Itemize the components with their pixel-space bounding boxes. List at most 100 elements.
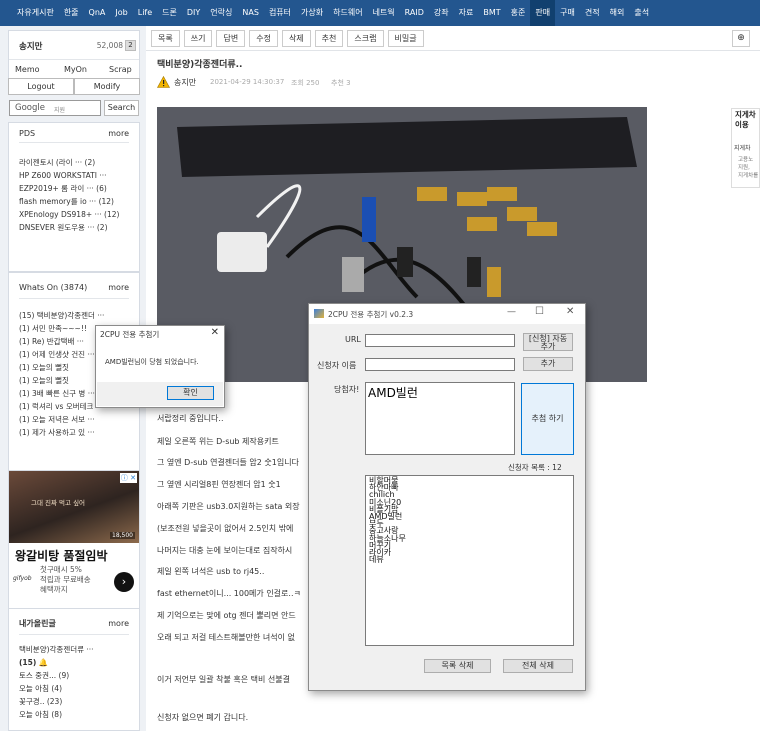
google-sub-label: 지원 — [54, 107, 66, 114]
nav-item[interactable]: 가상화 — [296, 0, 328, 26]
applicant-item[interactable]: 데뷰 — [369, 556, 406, 564]
toolbar-button[interactable]: 비밀글 — [387, 30, 424, 47]
pds-more-link[interactable]: more — [108, 125, 129, 143]
nav-item[interactable]: 드론 — [157, 0, 182, 26]
winner-label: 당첨자! — [334, 385, 360, 394]
toolbar-button[interactable]: 수정 — [249, 30, 278, 47]
ad-arrow-icon[interactable]: › — [114, 572, 134, 592]
list-item[interactable]: 택비분양)각종젠더류 ··· — [19, 643, 131, 656]
logout-button[interactable]: Logout — [8, 78, 74, 95]
applicant-list[interactable]: 비할머물 하얀마빠 chilich 미소닌20 비폴기밥 AMD빌런 부두 중고사랑 하늘소나무… — [365, 475, 574, 646]
nav-item[interactable]: Life — [133, 0, 157, 26]
nav-item[interactable]: DIY — [182, 0, 205, 26]
list-item[interactable]: 토스 중권... (9) — [19, 669, 131, 682]
delete-list-button[interactable]: 목록 삭제 — [424, 659, 491, 673]
add-button[interactable]: 추가 — [523, 357, 573, 371]
search-button[interactable]: Search — [104, 100, 139, 116]
list-item[interactable]: DNSEVER 원도우용 ··· (2) — [19, 221, 131, 234]
nav-item[interactable]: NAS — [237, 0, 264, 26]
close-icon[interactable]: ✕ — [566, 306, 574, 317]
scrap-link[interactable]: Scrap — [109, 65, 132, 74]
list-item[interactable]: (15) 택비분양)각종젠더 ··· — [19, 309, 131, 322]
nav-item[interactable]: 홍준 — [506, 0, 531, 26]
body-line: 제일 왼쪽 녀석은 usb to rj45.. — [157, 567, 265, 576]
pds-title: PDS — [19, 129, 36, 138]
toolbar-button[interactable]: 쓰기 — [183, 30, 213, 47]
minimize-icon[interactable]: — — [507, 307, 516, 317]
nav-item[interactable]: 하드웨어 — [328, 0, 367, 26]
google-search-input[interactable]: Google 지원 — [9, 100, 101, 116]
post-views: 조회 250 — [291, 79, 320, 87]
applicant-name-input[interactable] — [365, 358, 515, 371]
nav-item[interactable]: Job — [110, 0, 132, 26]
maximize-icon[interactable]: ☐ — [535, 306, 544, 317]
toolbar-button[interactable]: 스크랩 — [347, 30, 384, 47]
list-item[interactable]: flash memory를 io ··· (12) — [19, 195, 131, 208]
username: 송지만 — [19, 42, 43, 52]
memo-link[interactable]: Memo — [15, 65, 40, 74]
nav-item[interactable]: 자료 — [454, 0, 479, 26]
nav-item[interactable]: 판매 — [530, 0, 556, 26]
alert-dialog: 2CPU 전용 추첨기 ✕ AMD빌런님이 당첨 되었습니다. 확인 — [95, 325, 225, 408]
list-item[interactable]: 꽃구경.. (23) — [19, 695, 131, 708]
body-line: (보조전원 넣을곳이 없어서 2.5인치 밖에 — [157, 524, 294, 533]
draw-button[interactable]: 추첨 하기 — [521, 383, 574, 455]
list-item[interactable]: 라이젠토시 (라이 ··· (2) — [19, 156, 131, 169]
nav-item[interactable]: 강좌 — [429, 0, 454, 26]
toolbar-button[interactable]: 추천 — [314, 30, 344, 47]
post-title: 택비분양)각종젠더류.. — [157, 60, 243, 70]
zoom-search-icon[interactable]: ⊕ — [732, 30, 750, 47]
nav-item[interactable]: 자유게시판 — [12, 0, 59, 26]
nav-item[interactable]: 한줄 — [59, 0, 84, 26]
alert-ok-button[interactable]: 확인 — [167, 386, 214, 400]
nav-item[interactable]: 언락싱 — [205, 0, 237, 26]
list-item[interactable]: HP Z600 WORKSTATI ··· — [19, 169, 131, 182]
myon-link[interactable]: MyOn — [64, 65, 87, 74]
whatson-header: Whats On (3874) more — [19, 277, 129, 299]
nav-item[interactable]: 구매 — [555, 0, 580, 26]
list-item[interactable]: 오늘 아침 (8) — [19, 708, 131, 721]
app-title: 2CPU 전용 추첨기 v0.2.3 — [328, 310, 414, 319]
list-item[interactable]: (1) 오늘 저녁은 서보 ··· — [19, 413, 131, 426]
ad-title: 왕갈비탕 품절임박 — [15, 549, 108, 563]
delete-all-button[interactable]: 전체 삭제 — [503, 659, 573, 673]
mywrite-title: 내가올린글 — [19, 619, 56, 628]
list-item[interactable]: EZP2019+ 롬 라이 ··· (6) — [19, 182, 131, 195]
list-item[interactable]: XPEnology DS918+ ··· (12) — [19, 208, 131, 221]
nav-item[interactable]: 네트웍 — [368, 0, 400, 26]
nav-item[interactable]: 해외 — [605, 0, 630, 26]
bell-icon: 🔔 — [38, 658, 49, 667]
mywrite-card: 내가올린글 more 택비분양)각종젠더류 ··· (15) 🔔 토스 중권..… — [8, 608, 140, 731]
list-item[interactable]: (15) 🔔 — [19, 656, 131, 669]
alert-close-icon[interactable]: ✕ — [211, 327, 219, 338]
mywrite-more-link[interactable]: more — [108, 613, 129, 635]
nav-item[interactable]: BMT — [478, 0, 505, 26]
toolbar-button[interactable]: 목록 — [151, 30, 180, 47]
post-author[interactable]: 송지만 — [174, 77, 196, 88]
modify-button[interactable]: Modify — [74, 78, 140, 95]
nav-item[interactable]: 컴퓨터 — [264, 0, 296, 26]
right-ad-line: 지게차 — [735, 110, 756, 119]
nav-item[interactable]: 출석 — [629, 0, 654, 26]
list-item[interactable]: (1) 제가 사용하고 있 ··· — [19, 426, 131, 439]
ad-line: 첫구매시 5% — [40, 565, 82, 574]
whatson-more-link[interactable]: more — [108, 277, 129, 299]
body-line: 신청자 없으면 폐기 갑니다. — [157, 713, 249, 722]
toolbar-button[interactable]: 답변 — [216, 30, 246, 47]
nav-item[interactable]: 견적 — [580, 0, 605, 26]
ad-photo-caption: 그대 진짜 먹고 싶어 — [31, 499, 86, 507]
pds-list: 라이젠토시 (라이 ··· (2) HP Z600 WORKSTATI ··· EZ… — [19, 156, 131, 234]
apply-auto-add-button[interactable]: [신청] 자동 추가 — [523, 333, 573, 351]
divider — [146, 50, 760, 51]
ad-close-icon[interactable]: ⓘ ✕ — [119, 473, 137, 483]
alert-message: AMD빌런님이 당첨 되었습니다. — [105, 358, 199, 366]
applicant-list-items: 비할머물 하얀마빠 chilich 미소닌20 비폴기밥 AMD빌런 부두 중고사랑 하늘소나무… — [369, 476, 406, 564]
list-item[interactable]: 오늘 아침 (4) — [19, 682, 131, 695]
right-ad[interactable]: 지게차 이용 지게차 고용노 지원, 지게차를 — [731, 108, 760, 188]
ad-card[interactable]: 그대 진짜 먹고 싶어 18,500 ⓘ ✕ 왕갈비탕 품절임박 gifyob … — [8, 470, 140, 620]
alert-body: AMD빌런님이 당첨 되었습니다. — [97, 344, 223, 382]
nav-item[interactable]: RAID — [400, 0, 429, 26]
url-input[interactable] — [365, 334, 515, 347]
toolbar-button[interactable]: 삭제 — [281, 30, 311, 47]
nav-item[interactable]: QnA — [84, 0, 111, 26]
